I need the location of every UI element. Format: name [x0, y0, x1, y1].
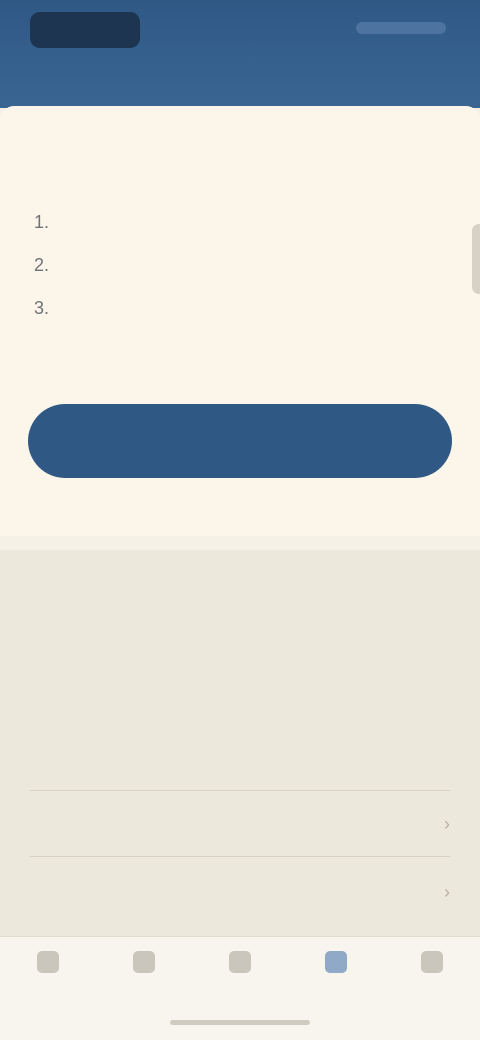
tab-list[interactable]	[205, 951, 275, 981]
step-number: 1.	[34, 212, 50, 232]
bookmark-icon	[325, 951, 347, 973]
primary-action-button[interactable]	[28, 404, 452, 478]
app-logo	[30, 12, 140, 48]
chevron-right-icon: ›	[444, 813, 450, 834]
status-indicators	[356, 22, 446, 34]
profile-icon	[421, 951, 443, 973]
carousel-peek[interactable]	[472, 224, 480, 294]
divider	[30, 790, 450, 791]
list-icon	[229, 951, 251, 973]
tab-profile[interactable]	[397, 951, 467, 981]
home-indicator	[170, 1020, 310, 1025]
step-number: 3.	[34, 298, 50, 318]
tab-bookmarks[interactable]	[301, 951, 371, 981]
chevron-right-icon: ›	[444, 881, 450, 902]
link-row[interactable]: ›	[30, 872, 450, 912]
tab-home[interactable]	[13, 951, 83, 981]
step-number: 2.	[34, 255, 50, 275]
step-item: 3.	[34, 294, 434, 319]
search-icon	[133, 951, 155, 973]
divider	[30, 856, 450, 857]
step-item: 1.	[34, 208, 434, 233]
link-row[interactable]: ›	[30, 804, 450, 844]
steps-list: 1. 2. 3.	[34, 208, 434, 337]
tab-search[interactable]	[109, 951, 179, 981]
home-icon	[37, 951, 59, 973]
app-header	[0, 0, 480, 108]
step-item: 2.	[34, 251, 434, 276]
